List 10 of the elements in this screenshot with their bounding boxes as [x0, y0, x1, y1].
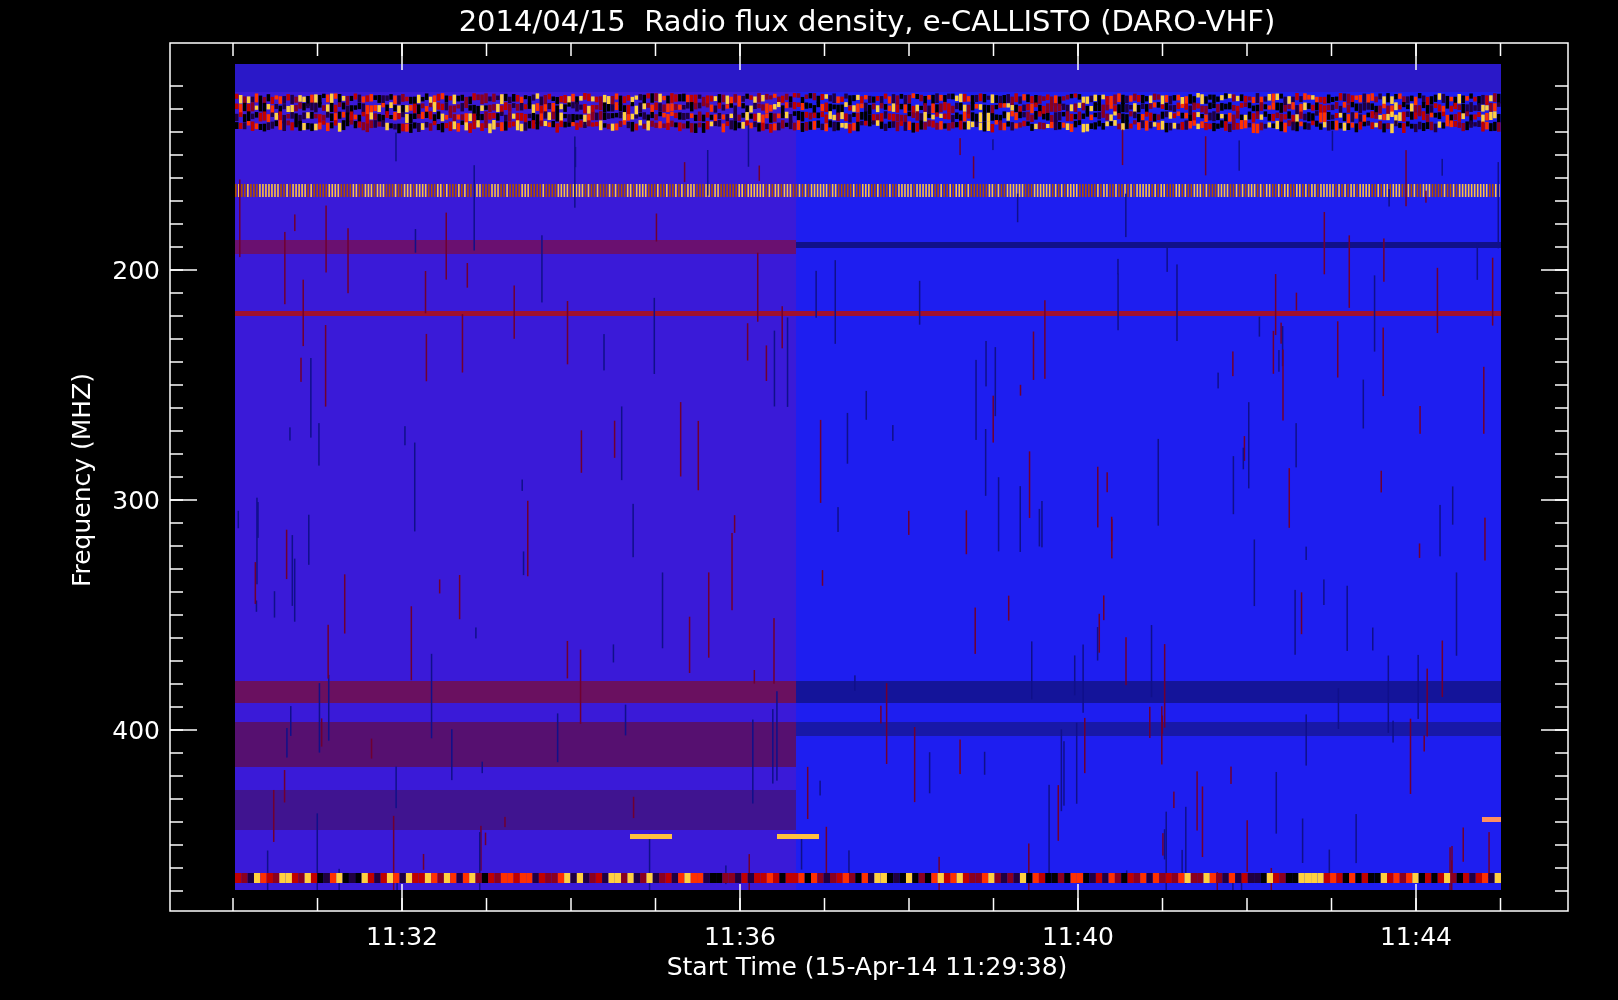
chart-title: 2014/04/15 Radio flux density, e-CALLISTO (DARO-VHF): [458, 4, 1276, 38]
y-tick-label: 200: [112, 256, 160, 285]
x-axis-label: Start Time (15-Apr-14 11:29:38): [666, 952, 1068, 981]
x-tick-label: 11:40: [1042, 922, 1114, 951]
x-tick-label: 11:44: [1380, 922, 1452, 951]
y-axis-label: Frequency (MHZ): [67, 372, 96, 588]
y-tick-label: 400: [112, 716, 160, 745]
x-tick-label: 11:36: [704, 922, 776, 951]
x-tick-label: 11:32: [366, 922, 438, 951]
y-tick-label: 300: [112, 486, 160, 515]
